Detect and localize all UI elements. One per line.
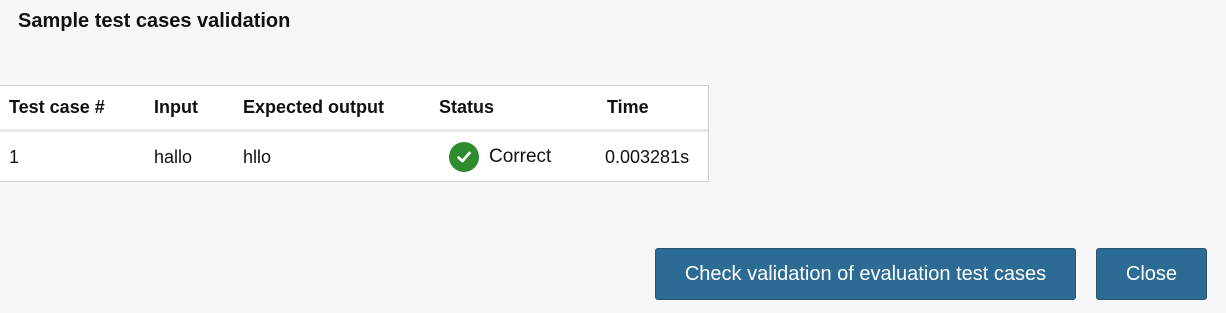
status-text: Correct [489, 146, 552, 167]
cell-input: hallo [154, 146, 193, 167]
table-row: 1 hallo hllo Correct 0.003281s [0, 131, 708, 183]
check-circle-icon [449, 142, 479, 172]
column-header-time[interactable]: Time [596, 86, 708, 132]
column-header-status[interactable]: Status [439, 86, 596, 132]
cell-test-case: 1 [9, 146, 20, 167]
table-header-row: Test case # Input Expected output Status… [0, 86, 708, 132]
status-indicator: Correct [439, 142, 596, 172]
results-table: Test case # Input Expected output Status… [0, 86, 708, 182]
results-table-container: Test case # Input Expected output Status… [0, 85, 709, 182]
check-validation-button[interactable]: Check validation of evaluation test case… [655, 248, 1076, 300]
cell-time: 0.003281s [605, 146, 690, 167]
column-header-expected-output[interactable]: Expected output [243, 86, 439, 132]
cell-expected-output: hllo [243, 146, 272, 167]
dialog-title: Sample test cases validation [18, 10, 291, 32]
column-header-test-case[interactable]: Test case # [0, 86, 154, 132]
close-button[interactable]: Close [1096, 248, 1207, 300]
cell-status: Correct [439, 131, 596, 183]
column-header-input[interactable]: Input [154, 86, 243, 132]
